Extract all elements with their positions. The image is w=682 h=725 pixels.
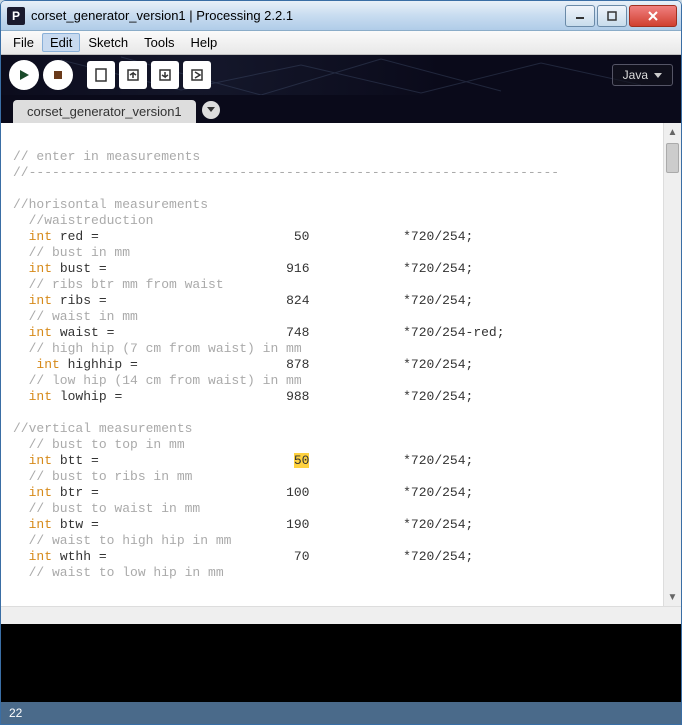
- scroll-up-arrow-icon[interactable]: ▲: [664, 123, 681, 141]
- mode-selector[interactable]: Java: [612, 64, 673, 86]
- menu-file[interactable]: File: [5, 33, 42, 52]
- scrollbar-thumb[interactable]: [666, 143, 679, 173]
- window-title: corset_generator_version1 | Processing 2…: [31, 8, 563, 23]
- new-button[interactable]: [87, 61, 115, 89]
- editor-area: // enter in measurements //-------------…: [1, 123, 681, 606]
- window-controls: [563, 5, 677, 27]
- export-button[interactable]: [183, 61, 211, 89]
- tabbar: corset_generator_version1: [1, 95, 681, 123]
- code-editor[interactable]: // enter in measurements //-------------…: [1, 123, 663, 606]
- menu-help[interactable]: Help: [182, 33, 225, 52]
- menu-edit[interactable]: Edit: [42, 33, 80, 52]
- menu-tools[interactable]: Tools: [136, 33, 182, 52]
- app-window: P corset_generator_version1 | Processing…: [0, 0, 682, 725]
- close-button[interactable]: [629, 5, 677, 27]
- open-button[interactable]: [119, 61, 147, 89]
- status-bar: 22: [1, 702, 681, 724]
- status-line-number: 22: [9, 706, 22, 720]
- menubar: FileEditSketchToolsHelp: [1, 31, 681, 55]
- tab-sketch[interactable]: corset_generator_version1: [13, 100, 196, 123]
- mode-label: Java: [623, 68, 648, 82]
- console-panel[interactable]: [1, 624, 681, 702]
- stop-button[interactable]: [43, 60, 73, 90]
- horizontal-scrollbar[interactable]: [1, 606, 681, 624]
- chevron-down-icon: [654, 68, 662, 82]
- scroll-down-arrow-icon[interactable]: ▼: [664, 588, 681, 606]
- toolbar: Java: [1, 55, 681, 95]
- run-button[interactable]: [9, 60, 39, 90]
- menu-sketch[interactable]: Sketch: [80, 33, 136, 52]
- minimize-button[interactable]: [565, 5, 595, 27]
- tab-menu-button[interactable]: [202, 101, 220, 119]
- save-button[interactable]: [151, 61, 179, 89]
- app-icon: P: [7, 7, 25, 25]
- titlebar[interactable]: P corset_generator_version1 | Processing…: [1, 1, 681, 31]
- vertical-scrollbar[interactable]: ▲ ▼: [663, 123, 681, 606]
- maximize-button[interactable]: [597, 5, 627, 27]
